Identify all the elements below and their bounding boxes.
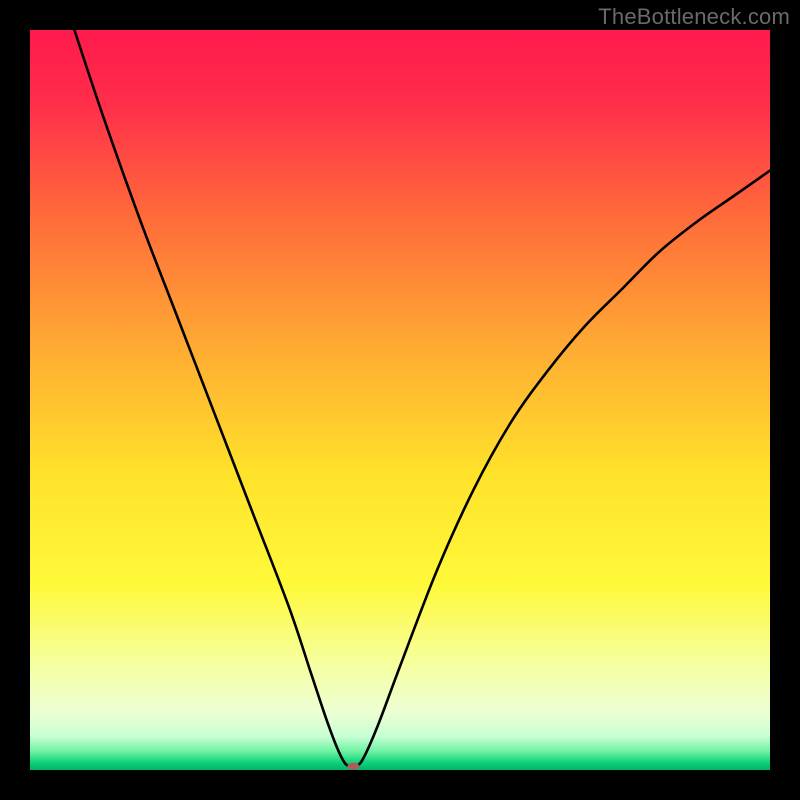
watermark-text: TheBottleneck.com (598, 4, 790, 30)
plot-area (30, 30, 770, 770)
bottleneck-chart (30, 30, 770, 770)
gradient-background (30, 30, 770, 770)
chart-frame: TheBottleneck.com (0, 0, 800, 800)
optimal-marker (347, 763, 359, 770)
